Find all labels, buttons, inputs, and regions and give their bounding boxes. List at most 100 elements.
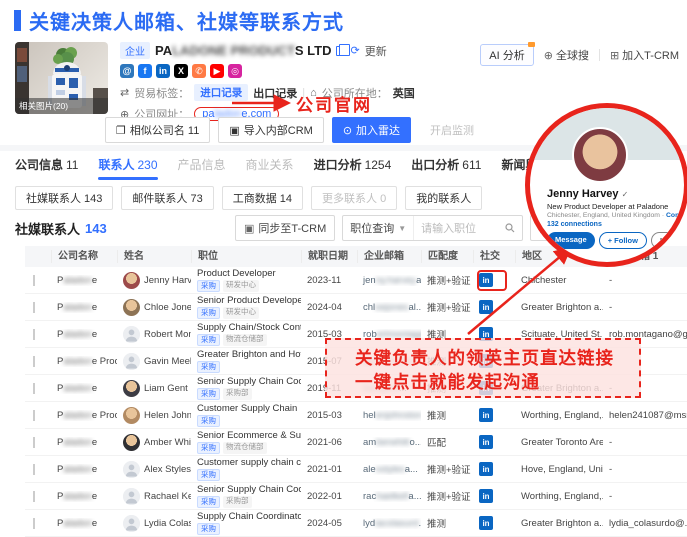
row-checkbox[interactable] xyxy=(33,410,35,421)
extra-email-cell: helen241087@msn... xyxy=(603,410,687,421)
table-row: PaladoneLydia ColasurdoSupply Chain Coor… xyxy=(25,510,687,537)
tab-label: 出口分析 xyxy=(411,158,459,172)
linkedin-icon[interactable]: in xyxy=(479,516,493,530)
import-record-tag[interactable]: 进口记录 xyxy=(194,84,248,101)
search-icon xyxy=(505,223,515,233)
header-actions: AI 分析 ⊕全球搜 ⊞加入T-CRM xyxy=(480,44,679,66)
region-cell: Hove, England, Uni... xyxy=(515,464,603,475)
linkedin-icon[interactable]: in xyxy=(479,489,493,503)
import-crm-button-icon: ▣ xyxy=(229,124,239,137)
role-tag: 采购 xyxy=(197,334,220,346)
row-select-cell xyxy=(25,275,51,286)
start-date-cell: 2021-01 xyxy=(301,464,357,475)
row-checkbox[interactable] xyxy=(33,518,35,529)
update-label[interactable]: 更新 xyxy=(365,43,387,59)
follow-button[interactable]: + Follow xyxy=(599,232,647,249)
linkedin-buttons: Message + Follow More xyxy=(547,232,686,249)
row-checkbox[interactable] xyxy=(33,437,35,448)
annotation-line-2: 一键点击就能发起沟通 xyxy=(355,370,639,394)
phone-icon[interactable]: ✆ xyxy=(192,64,206,78)
row-checkbox[interactable] xyxy=(33,329,35,340)
contact-name-cell: Lydia Colasurdo xyxy=(117,515,191,532)
row-checkbox[interactable] xyxy=(33,275,35,286)
position-search-input[interactable]: 请输入职位 xyxy=(414,216,522,240)
contact-name-cell: Liam Gent xyxy=(117,380,191,397)
refresh-icon[interactable]: ⟳ xyxy=(350,44,359,57)
company-name-cell: Paladone xyxy=(51,302,117,313)
tab-出口分析[interactable]: 出口分析611 xyxy=(411,156,481,180)
global-search-button[interactable]: ⊕全球搜 xyxy=(544,47,589,63)
filter-icon[interactable]: ▼ xyxy=(556,254,563,261)
start-date-cell: 2021-06 xyxy=(301,437,357,448)
company-photo[interactable]: 相关图片(20) xyxy=(15,42,108,114)
copy-icon[interactable] xyxy=(336,46,345,56)
more-button[interactable]: More xyxy=(651,232,686,249)
row-select-cell xyxy=(25,437,51,448)
company-email-cell: amberwhitto... xyxy=(357,437,421,448)
position-tags: 采购采购部 xyxy=(197,496,301,508)
linkedin-icon[interactable]: in xyxy=(479,435,493,449)
linkedin-icon[interactable]: in xyxy=(479,408,493,422)
tab-联系人[interactable]: 联系人230 xyxy=(98,156,157,180)
match-level-cell: 推测+验证 xyxy=(421,273,473,287)
company-name-cell: Paladone xyxy=(51,329,117,340)
row-checkbox[interactable] xyxy=(33,356,35,367)
row-checkbox[interactable] xyxy=(33,383,35,394)
row-checkbox[interactable] xyxy=(33,302,35,313)
company-name-cell: Paladone Produc... xyxy=(51,356,117,367)
email-redacted: oejones xyxy=(375,302,408,313)
position-title: Product Developer xyxy=(197,268,301,279)
start-date-cell: 2022-01 xyxy=(301,491,357,502)
department-tag: 采购部 xyxy=(223,496,252,508)
extra-email-cell: - xyxy=(603,275,687,286)
company-name: PALADONE PRODUCTS LTD xyxy=(155,43,331,58)
company-email-cell: lydiacolasurd... xyxy=(357,518,421,529)
row-checkbox[interactable] xyxy=(33,491,35,502)
start-date-cell: 2015-03 xyxy=(301,410,357,421)
region-cell: Greater Toronto Area xyxy=(515,437,603,448)
subtab-邮件联系人[interactable]: 邮件联系人 73 xyxy=(121,186,213,210)
tab-产品信息[interactable]: 产品信息 xyxy=(178,156,226,180)
row-checkbox[interactable] xyxy=(33,464,35,475)
youtube-icon[interactable]: ▶ xyxy=(210,64,224,78)
extra-email-cell: lydia_colasurdo@... xyxy=(603,518,687,529)
export-record-tag[interactable]: 出口记录 xyxy=(253,85,297,101)
sync-tcrm-button[interactable]: ▣同步至T-CRM xyxy=(235,215,335,241)
subtab-工商数据[interactable]: 工商数据 14 xyxy=(222,186,303,210)
subtab-社媒联系人[interactable]: 社媒联系人 143 xyxy=(15,186,113,210)
contact-avatar xyxy=(123,326,140,343)
region-cell: Greater Brighton a... xyxy=(515,518,603,529)
join-radar-button[interactable]: ⊙加入雷达 xyxy=(332,117,411,143)
linkedin-icon[interactable]: in xyxy=(479,300,493,314)
company-name-cell: Paladone Produc... xyxy=(51,410,117,421)
x-icon[interactable]: X xyxy=(174,64,188,78)
facebook-icon[interactable]: f xyxy=(138,64,152,78)
location-value: 英国 xyxy=(393,85,415,101)
similar-company-button[interactable]: ❐相似公司名 11 xyxy=(105,117,210,143)
contact-avatar xyxy=(123,299,140,316)
contact-info-link[interactable]: Contact info xyxy=(666,212,687,219)
message-button[interactable]: Message xyxy=(547,232,595,249)
start-monitor-button: 开启监测 xyxy=(419,117,485,143)
photo-caption: 相关图片(20) xyxy=(15,98,108,114)
join-tcrm-button[interactable]: ⊞加入T-CRM xyxy=(610,47,679,63)
tab-商业关系[interactable]: 商业关系 xyxy=(246,156,294,180)
extra-email-cell: - xyxy=(603,302,687,313)
contact-avatar xyxy=(123,434,140,451)
enterprise-badge: 企业 xyxy=(120,42,150,59)
tab-公司信息[interactable]: 公司信息11 xyxy=(15,156,78,180)
social-cell: in xyxy=(473,516,515,530)
contact-avatar xyxy=(123,353,140,370)
subtab-我的联系人[interactable]: 我的联系人 xyxy=(405,186,482,210)
instagram-icon[interactable]: ◎ xyxy=(228,64,242,78)
chevron-down-icon: ▼ xyxy=(398,224,406,233)
linkedin-icon[interactable]: in xyxy=(479,462,493,476)
contact-name-cell: Chloe Jones xyxy=(117,299,191,316)
website-icon[interactable]: @ xyxy=(120,64,134,78)
tab-进口分析[interactable]: 进口分析1254 xyxy=(314,156,392,180)
import-crm-button[interactable]: ▣导入内部CRM xyxy=(218,117,323,143)
linkedin-icon[interactable]: in xyxy=(156,64,170,78)
ai-analysis-button[interactable]: AI 分析 xyxy=(480,44,533,66)
position-tags: 采购采购部 xyxy=(197,388,301,400)
position-query-dropdown[interactable]: 职位查询▼ xyxy=(343,216,414,240)
